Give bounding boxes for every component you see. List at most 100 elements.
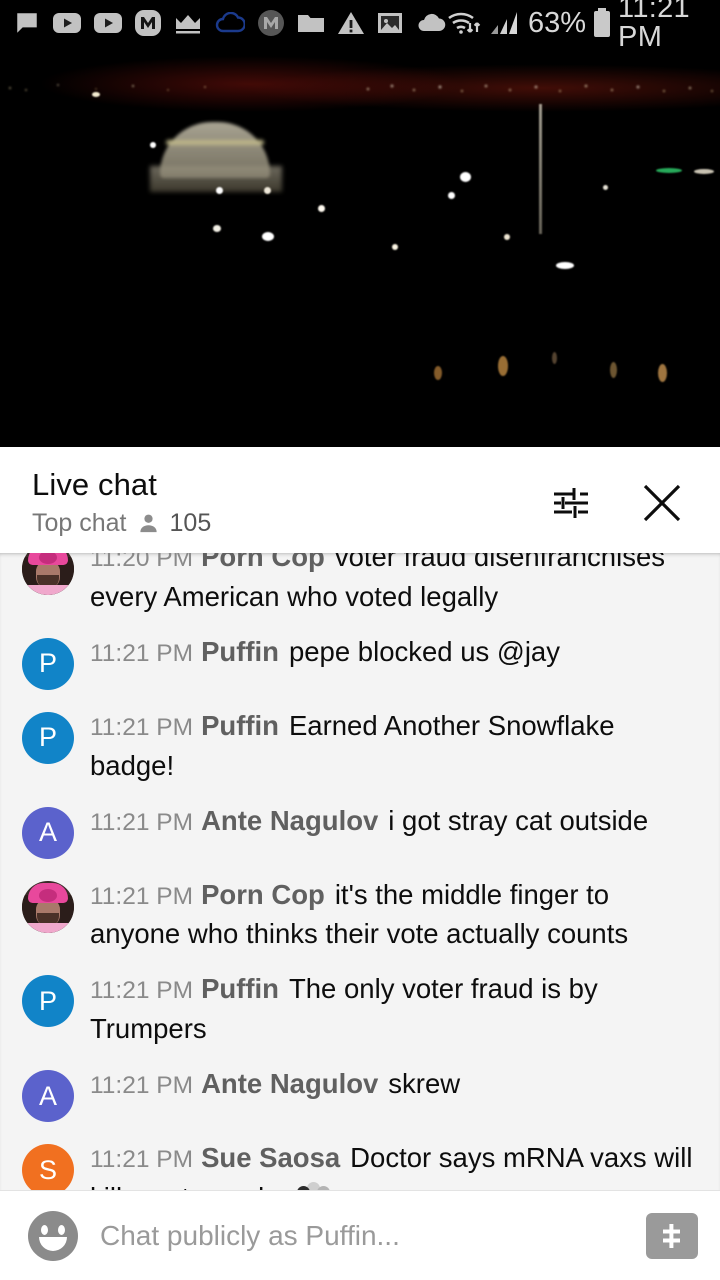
m-badge-icon [135, 10, 161, 36]
sliders-icon[interactable] [544, 477, 596, 529]
light-speck [213, 225, 221, 232]
wifi-data-icon [446, 9, 482, 37]
light-speck [448, 192, 455, 199]
chat-message-body: 11:21 PM Sue Saosa Doctor says mRNA vaxs w… [74, 1136, 704, 1190]
avatar[interactable]: P [22, 975, 74, 1028]
message-author[interactable]: Porn Cop [201, 553, 325, 572]
chat-message-line: 11:20 PM Porn Cop voter fraud disenfranchi… [90, 553, 704, 616]
chat-message[interactable]: P 11:21 PM Puffin Earned Another Snowflake … [0, 704, 720, 785]
chat-message-body: 11:21 PM Puffin Earned Another Snowflake b… [74, 704, 704, 785]
chat-message[interactable]: 11:20 PM Porn Cop voter fraud disenfranchi… [0, 553, 720, 616]
light-speck [264, 187, 271, 194]
chat-message[interactable]: A 11:21 PM Ante Nagulov skrew [0, 1062, 720, 1123]
message-timestamp: 11:21 PM [90, 639, 194, 667]
chat-message[interactable]: 11:21 PM Porn Cop it's the middle finger t… [0, 873, 720, 954]
chat-message-line: 11:21 PM Ante Nagulov skrew [90, 1064, 704, 1104]
chat-message[interactable]: P 11:21 PM Puffin pepe blocked us @jay [0, 630, 720, 690]
chat-message-body: 11:21 PM Puffin The only voter fraud is by… [74, 967, 704, 1048]
chat-input[interactable] [78, 1219, 646, 1252]
folder-icon [297, 12, 325, 34]
m-circle-icon [258, 10, 284, 36]
chat-input-bar [0, 1190, 720, 1280]
light-speck [262, 232, 274, 241]
emoji-icon[interactable] [28, 1210, 78, 1261]
message-author[interactable]: Sue Saosa [201, 1142, 340, 1173]
chat-message-list[interactable]: 11:20 PM Porn Cop voter fraud disenfranchi… [0, 553, 720, 1190]
image-icon [377, 11, 403, 35]
chat-message-body: 11:21 PM Porn Cop it's the middle finger t… [74, 873, 704, 954]
live-chat-header-actions [544, 477, 696, 529]
city-skyline-lights [0, 74, 720, 100]
chat-message-line: 11:21 PM Ante Nagulov i got stray cat outs… [90, 801, 704, 841]
chat-mode-label[interactable]: Top chat [32, 509, 127, 538]
status-bar-system-icons: 63% 11:21 PM [446, 0, 710, 52]
light-speck [556, 262, 574, 269]
chat-message-line: 11:21 PM Porn Cop it's the middle finger t… [90, 875, 704, 954]
avatar[interactable]: P [22, 711, 74, 764]
dollar-icon[interactable] [646, 1212, 698, 1259]
message-text: i got stray cat outside [388, 804, 649, 836]
chat-message-body: 11:20 PM Porn Cop voter fraud disenfranchi… [74, 553, 704, 616]
light-speck [504, 234, 510, 240]
avatar[interactable]: A [22, 1070, 74, 1123]
avatar[interactable] [22, 553, 74, 595]
live-chat-header: Live chat Top chat 105 [0, 452, 720, 553]
message-author[interactable]: Puffin [201, 973, 279, 1004]
person-icon [137, 512, 160, 535]
light-speck [318, 205, 325, 212]
viewer-count-label: 105 [169, 508, 212, 537]
clock-label: 11:21 PM [618, 0, 690, 53]
youtube-live-chat-screen: 63% 11:21 PM Live chat Top chat 105 11:2… [0, 0, 720, 1280]
status-bar: 63% 11:21 PM [0, 0, 720, 52]
page-title: Live chat [32, 467, 157, 503]
youtube-icon [94, 12, 122, 34]
message-timestamp: 11:21 PM [90, 1146, 194, 1174]
close-icon[interactable] [636, 477, 688, 529]
message-timestamp: 11:21 PM [90, 977, 194, 1005]
light-speck [150, 142, 156, 148]
warning-icon [338, 11, 364, 35]
chat-message[interactable]: S 11:21 PM Sue Saosa Doctor says mRNA vaxs … [0, 1136, 720, 1190]
message-text: pepe blocked us @jay [288, 635, 560, 667]
avatar[interactable]: S [22, 1144, 74, 1190]
light-speck [603, 185, 608, 190]
message-author[interactable]: Puffin [201, 710, 279, 741]
message-timestamp: 11:21 PM [90, 1072, 194, 1100]
crown-icon [174, 12, 202, 34]
message-author[interactable]: Ante Nagulov [201, 1068, 378, 1099]
chat-message[interactable]: P 11:21 PM Puffin The only voter fraud is b… [0, 967, 720, 1048]
light-speck [216, 187, 223, 194]
video-player[interactable] [0, 46, 720, 447]
light-speck [434, 366, 442, 380]
light-speck [92, 92, 100, 97]
signal-bars-icon [489, 10, 519, 36]
light-speck [656, 168, 682, 173]
cloud-filled-icon [416, 13, 446, 33]
message-icon [14, 10, 40, 36]
youtube-icon [53, 12, 81, 34]
light-speck [694, 169, 714, 174]
battery-icon [593, 8, 611, 38]
chat-message[interactable]: A 11:21 PM Ante Nagulov i got stray cat out… [0, 799, 720, 859]
avatar[interactable]: A [22, 806, 74, 859]
avatar[interactable]: P [22, 637, 74, 690]
light-speck [498, 356, 508, 376]
light-speck [392, 244, 398, 250]
message-author[interactable]: Porn Cop [201, 879, 325, 910]
message-author[interactable]: Puffin [201, 636, 279, 667]
chat-message-line: 11:21 PM Puffin The only voter fraud is by… [90, 969, 704, 1048]
message-author[interactable]: Ante Nagulov [201, 805, 378, 836]
chat-message-line: 11:21 PM Sue Saosa Doctor says mRNA vaxs w… [90, 1138, 704, 1190]
cloud-outline-icon [215, 12, 245, 34]
battery-percent-label: 63% [528, 6, 587, 39]
chat-message-line: 11:21 PM Puffin pepe blocked us @jay [90, 632, 704, 672]
message-timestamp: 11:21 PM [90, 808, 194, 836]
avatar[interactable] [22, 880, 74, 933]
message-text: skrew [388, 1068, 461, 1100]
message-timestamp: 11:21 PM [90, 713, 194, 741]
status-bar-notification-icons [14, 10, 446, 36]
loading-spinner-icon [291, 1182, 337, 1190]
light-speck [658, 364, 667, 382]
night-sky [0, 46, 720, 447]
light-speck [460, 172, 471, 182]
